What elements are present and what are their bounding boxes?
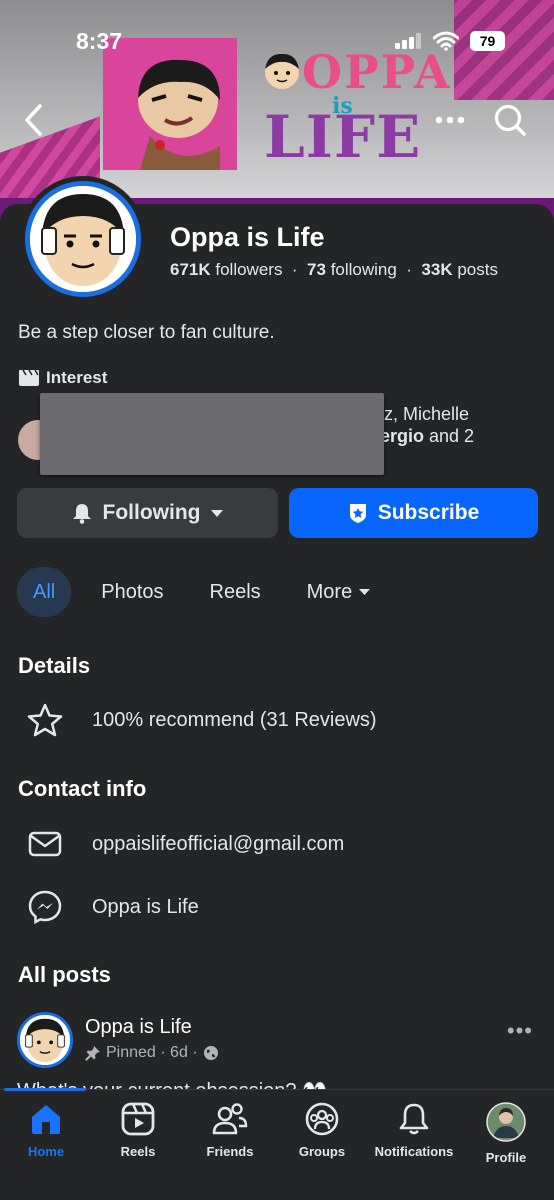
search-icon [494,104,526,136]
post-meta: Pinned · 6d · [85,1044,219,1062]
tab-all[interactable]: All [17,567,72,617]
tab-more[interactable]: More [289,567,390,617]
post-author-avatar[interactable] [17,1012,73,1068]
star-icon [27,703,63,737]
details-heading: Details [18,653,91,678]
messenger-text: Oppa is Life [92,895,199,918]
more-options-button[interactable] [430,100,470,140]
tabbar-home[interactable]: Home [0,1102,92,1159]
bell-icon [399,1103,429,1135]
post-header: Oppa is Life Pinned · 6d · ••• [17,1012,537,1072]
wifi-icon [433,31,459,51]
home-icon [32,1105,60,1134]
chevron-down-icon [211,509,224,517]
mutual-friends-text-line1: ez, Michelle [374,404,470,424]
mascot-avatar-image [20,1015,70,1065]
battery-indicator: 79 [470,31,505,51]
tabbar-profile-label: Profile [485,1150,527,1165]
reels-icon [121,1102,155,1136]
tabbar-profile[interactable]: Profile [460,1102,552,1165]
chevron-left-icon [25,104,42,136]
following-label: Following [102,501,201,524]
post-author-name[interactable]: Oppa is Life [85,1016,192,1039]
tabbar-reels-label: Reels [120,1144,156,1159]
tabbar-groups-label: Groups [298,1144,346,1159]
recommend-row[interactable]: 100% recommend (31 Reviews) [26,701,377,739]
recommend-text: 100% recommend (31 Reviews) [92,708,377,731]
following-link[interactable]: 73 following [307,260,397,279]
profile-picture[interactable] [20,176,146,302]
tabbar-friends[interactable]: Friends [184,1102,276,1159]
brand-text-life: LIFE [264,103,422,171]
tabbar-home-label: Home [27,1144,65,1159]
search-button[interactable] [490,100,530,140]
post-options-button[interactable]: ••• [507,1018,533,1044]
globe-icon [203,1046,218,1060]
clapperboard-icon [19,369,39,386]
page-title: Oppa is Life [170,222,325,252]
page-category: Interest [18,368,107,388]
posts-count: 33K posts [421,260,498,279]
subscribe-button[interactable]: Subscribe [289,488,538,538]
subscribe-label: Subscribe [377,501,480,524]
status-time: 8:37 [76,28,123,54]
messenger-icon [28,890,62,924]
friends-icon [212,1103,248,1135]
cellular-signal-icon [395,33,421,49]
more-dots-icon [435,116,465,124]
tabbar-notifications-label: Notifications [374,1144,454,1159]
pin-icon [85,1046,100,1061]
following-button[interactable]: Following [17,488,278,538]
back-button[interactable] [14,100,54,140]
post-meta-text: Pinned · 6d · [106,1044,198,1061]
subscribe-shield-icon [349,504,366,523]
tab-more-label: More [306,580,353,603]
redaction-box [40,393,384,475]
loading-progress-bar [4,1088,86,1091]
mascot-avatar-image [30,186,136,292]
category-label: Interest [46,368,108,387]
contact-info-heading: Contact info [18,776,147,801]
groups-icon [305,1102,339,1136]
profile-tabs: All Photos Reels More [17,567,389,617]
tabbar-groups[interactable]: Groups [276,1102,368,1159]
tabbar-friends-label: Friends [206,1144,254,1159]
status-bar: 8:37 79 [0,0,554,80]
tabbar-reels[interactable]: Reels [92,1102,184,1159]
all-posts-heading: All posts [18,962,111,987]
tab-reels[interactable]: Reels [192,567,279,617]
page-stats: 671K followers · 73 following · 33K post… [170,260,498,279]
mail-icon [28,831,62,857]
messenger-row[interactable]: Oppa is Life [26,888,199,926]
bottom-tab-bar: Home Reels Friends Groups Notifications … [0,1089,554,1200]
email-row[interactable]: oppaislifeofficial@gmail.com [26,825,344,863]
mutual-friends-text-line2: ergio and 2 [380,426,475,446]
email-text: oppaislifeofficial@gmail.com [92,832,345,855]
tabbar-notifications[interactable]: Notifications [368,1102,460,1159]
followers-link[interactable]: 671K followers [170,260,282,279]
profile-avatar [486,1102,526,1142]
tab-photos[interactable]: Photos [83,567,181,617]
bell-icon [72,504,91,524]
chevron-down-icon [359,589,371,595]
page-bio: Be a step closer to fan culture. [18,322,275,343]
